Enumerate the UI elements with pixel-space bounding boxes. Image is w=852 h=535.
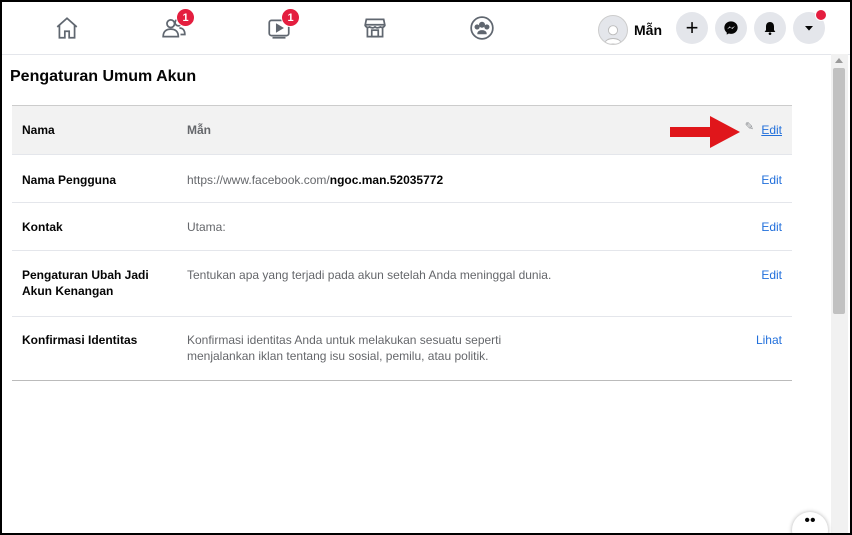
watch-badge: 1 bbox=[281, 8, 300, 27]
row-value: Konfirmasi identitas Anda untuk melakuka… bbox=[187, 332, 501, 364]
username-handle: ngoc.man.52035772 bbox=[329, 173, 444, 187]
row-label-line2: Akun Kenangan bbox=[22, 284, 114, 298]
profile-link[interactable]: Mẫn bbox=[598, 15, 662, 45]
scrollbar-thumb[interactable] bbox=[833, 68, 845, 314]
row-value-line1: Konfirmasi identitas Anda untuk melakuka… bbox=[187, 333, 502, 347]
row-value: https://www.facebook.com/ngoc.man.520357… bbox=[187, 172, 443, 188]
notifications-button[interactable] bbox=[754, 12, 786, 44]
row-label: Kontak bbox=[22, 220, 63, 234]
avatar bbox=[598, 15, 628, 45]
watch-icon[interactable]: 1 bbox=[262, 8, 300, 44]
edit-memorialization-link[interactable]: Edit bbox=[761, 267, 782, 283]
chat-bubble-icon[interactable]: •• bbox=[792, 512, 828, 533]
friends-badge: 1 bbox=[176, 8, 195, 27]
notification-dot bbox=[815, 9, 827, 21]
home-icon[interactable] bbox=[50, 12, 84, 44]
row-label: Pengaturan Ubah Jadi Akun Kenangan bbox=[22, 267, 149, 299]
row-label: Konfirmasi Identitas bbox=[22, 333, 138, 347]
plus-icon: + bbox=[685, 15, 699, 40]
caret-down-icon bbox=[805, 26, 813, 31]
bell-icon bbox=[764, 22, 776, 35]
browser-frame: 1 1 Mẫn + Pengaturan Umum Akun Nama Mẫn … bbox=[0, 0, 852, 535]
vertical-scrollbar[interactable] bbox=[831, 54, 848, 533]
create-button[interactable]: + bbox=[676, 12, 708, 44]
messenger-icon bbox=[724, 21, 738, 35]
groups-icon[interactable] bbox=[465, 12, 499, 44]
row-label: Nama Pengguna bbox=[22, 173, 117, 187]
messenger-button[interactable] bbox=[715, 12, 747, 44]
page-title: Pengaturan Umum Akun bbox=[10, 68, 197, 85]
settings-row-identity[interactable]: Konfirmasi Identitas Konfirmasi identita… bbox=[12, 317, 792, 381]
settings-row-username[interactable]: Nama Pengguna https://www.facebook.com/n… bbox=[12, 155, 792, 203]
settings-row-contact[interactable]: Kontak Utama: Edit bbox=[12, 203, 792, 251]
marketplace-icon[interactable] bbox=[358, 12, 392, 44]
profile-name: Mẫn bbox=[634, 22, 662, 38]
account-menu-button[interactable] bbox=[793, 9, 827, 44]
red-arrow-icon bbox=[670, 116, 740, 148]
scroll-up-arrow-icon[interactable] bbox=[835, 58, 843, 63]
edit-name-link[interactable]: Edit bbox=[761, 122, 782, 138]
username-url-prefix: https://www.facebook.com/ bbox=[187, 173, 330, 187]
row-value-line2: menjalankan iklan tentang isu sosial, pe… bbox=[187, 349, 489, 363]
edit-username-link[interactable]: Edit bbox=[761, 172, 782, 188]
top-navigation-bar: 1 1 Mẫn + bbox=[2, 2, 850, 55]
row-value: Tentukan apa yang terjadi pada akun sete… bbox=[187, 268, 552, 282]
row-label-line1: Pengaturan Ubah Jadi bbox=[22, 268, 149, 282]
pencil-icon: ✎ bbox=[744, 121, 754, 133]
view-identity-link[interactable]: Lihat bbox=[756, 332, 782, 348]
friends-icon[interactable]: 1 bbox=[157, 8, 195, 44]
edit-contact-link[interactable]: Edit bbox=[761, 219, 782, 235]
row-label: Nama bbox=[22, 123, 55, 137]
row-value: Utama: bbox=[187, 220, 226, 234]
row-value: Mẫn bbox=[187, 123, 211, 137]
settings-row-memorialization[interactable]: Pengaturan Ubah Jadi Akun Kenangan Tentuk… bbox=[12, 251, 792, 317]
